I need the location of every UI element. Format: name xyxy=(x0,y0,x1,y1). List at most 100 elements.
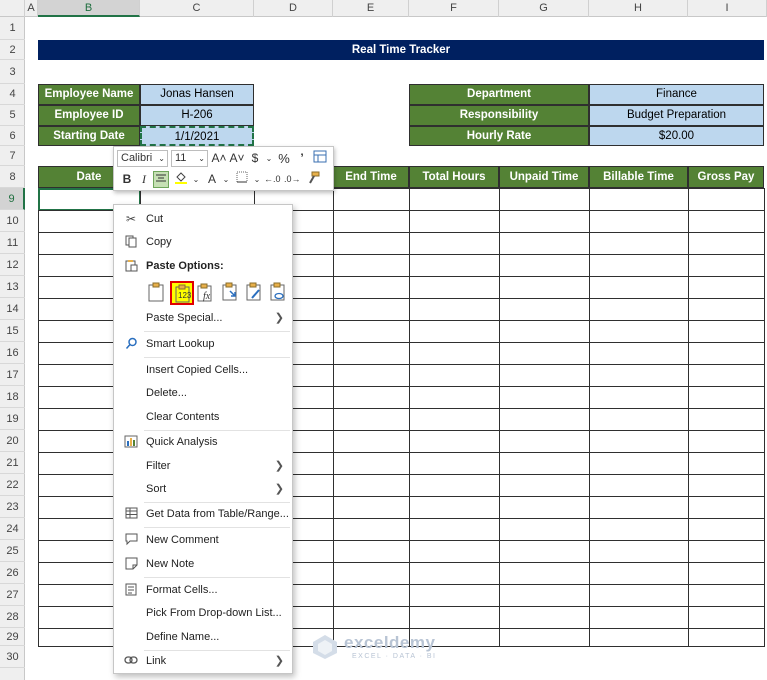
table-cell[interactable] xyxy=(499,254,590,277)
header-billable-time[interactable]: Billable Time xyxy=(589,166,688,188)
fill-color-dropdown-icon[interactable]: ⌄ xyxy=(188,171,204,188)
table-cell[interactable] xyxy=(409,518,500,541)
paste-formulas-icon[interactable]: fx xyxy=(196,282,216,304)
table-cell[interactable] xyxy=(688,364,765,387)
column-header-e[interactable]: E xyxy=(333,0,409,17)
table-cell[interactable] xyxy=(499,210,590,233)
table-cell[interactable] xyxy=(688,518,765,541)
table-cell[interactable] xyxy=(333,474,410,497)
table-cell[interactable] xyxy=(688,210,765,233)
table-cell[interactable] xyxy=(333,320,410,343)
table-cell[interactable] xyxy=(589,408,689,431)
currency-dropdown-icon[interactable]: ⌄ xyxy=(261,150,277,167)
table-cell[interactable] xyxy=(333,562,410,585)
borders-dropdown-icon[interactable]: ⌄ xyxy=(249,171,265,188)
table-cell[interactable] xyxy=(333,430,410,453)
hourly-rate-label[interactable]: Hourly Rate xyxy=(409,126,589,146)
table-cell[interactable] xyxy=(688,496,765,519)
increase-decimal-icon[interactable]: ←.0 xyxy=(264,171,281,188)
table-cell[interactable] xyxy=(333,518,410,541)
table-cell[interactable] xyxy=(499,408,590,431)
table-cell[interactable] xyxy=(688,320,765,343)
header-end-time[interactable]: End Time xyxy=(333,166,409,188)
menu-item-copy[interactable]: Copy xyxy=(114,231,292,253)
table-cell[interactable] xyxy=(333,584,410,607)
table-cell[interactable] xyxy=(499,474,590,497)
row-header-9[interactable]: 9 xyxy=(0,188,25,210)
table-cell[interactable] xyxy=(409,408,500,431)
paste-icon[interactable] xyxy=(146,282,166,304)
table-cell[interactable] xyxy=(499,188,590,211)
table-cell[interactable] xyxy=(589,232,689,255)
menu-item-sort[interactable]: Sort ❯ xyxy=(114,478,292,500)
font-size-box[interactable]: 11 ⌄ xyxy=(171,150,208,167)
column-header-h[interactable]: H xyxy=(589,0,688,17)
column-header-c[interactable]: C xyxy=(140,0,254,17)
table-cell[interactable] xyxy=(589,562,689,585)
column-header-g[interactable]: G xyxy=(499,0,589,17)
table-cell[interactable] xyxy=(409,496,500,519)
table-cell[interactable] xyxy=(409,452,500,475)
header-unpaid-time[interactable]: Unpaid Time xyxy=(499,166,589,188)
row-header-8[interactable]: 8 xyxy=(0,166,25,188)
row-header-7[interactable]: 7 xyxy=(0,146,25,166)
row-header-11[interactable]: 11 xyxy=(0,232,25,254)
table-cell[interactable] xyxy=(409,474,500,497)
row-header-1[interactable]: 1 xyxy=(0,17,25,40)
sheet-title[interactable]: Real Time Tracker xyxy=(38,40,764,60)
header-gross-pay[interactable]: Gross Pay xyxy=(688,166,764,188)
table-cell[interactable] xyxy=(589,386,689,409)
department-value[interactable]: Finance xyxy=(589,84,764,105)
row-header-15[interactable]: 15 xyxy=(0,320,25,342)
table-cell[interactable] xyxy=(589,342,689,365)
menu-item-get-data[interactable]: Get Data from Table/Range... xyxy=(114,503,292,525)
table-cell[interactable] xyxy=(409,320,500,343)
table-cell[interactable] xyxy=(589,276,689,299)
employee-name-value[interactable]: Jonas Hansen xyxy=(140,84,254,105)
paste-link-icon[interactable] xyxy=(268,282,288,304)
table-cell[interactable] xyxy=(688,342,765,365)
fill-color-icon[interactable] xyxy=(173,171,189,188)
menu-item-new-comment[interactable]: New Comment xyxy=(114,529,292,551)
table-cell[interactable] xyxy=(688,386,765,409)
table-cell[interactable] xyxy=(688,628,765,647)
column-header-b[interactable]: B xyxy=(38,0,140,17)
table-cell[interactable] xyxy=(409,232,500,255)
menu-item-cut[interactable]: ✂ Cut xyxy=(114,208,292,230)
table-cell[interactable] xyxy=(589,298,689,321)
table-cell[interactable] xyxy=(333,276,410,299)
table-cell[interactable] xyxy=(589,210,689,233)
table-cell[interactable] xyxy=(333,540,410,563)
menu-item-new-note[interactable]: New Note xyxy=(114,553,292,575)
employee-name-label[interactable]: Employee Name xyxy=(38,84,140,105)
column-header-i[interactable]: I xyxy=(688,0,767,17)
table-cell[interactable] xyxy=(688,408,765,431)
row-header-4[interactable]: 4 xyxy=(0,84,25,105)
row-header-6[interactable]: 6 xyxy=(0,126,25,146)
table-cell[interactable] xyxy=(688,254,765,277)
row-header-23[interactable]: 23 xyxy=(0,496,25,518)
row-header-13[interactable]: 13 xyxy=(0,276,25,298)
table-cell[interactable] xyxy=(688,584,765,607)
row-header-30[interactable]: 30 xyxy=(0,646,25,668)
table-cell[interactable] xyxy=(589,518,689,541)
table-cell[interactable] xyxy=(409,254,500,277)
table-cell[interactable] xyxy=(589,584,689,607)
table-cell[interactable] xyxy=(333,210,410,233)
row-header-20[interactable]: 20 xyxy=(0,430,25,452)
header-total-hours[interactable]: Total Hours xyxy=(409,166,499,188)
row-header-24[interactable]: 24 xyxy=(0,518,25,540)
table-cell[interactable] xyxy=(589,628,689,647)
table-cell[interactable] xyxy=(499,518,590,541)
paste-values-icon[interactable]: 123 xyxy=(170,281,194,305)
table-cell[interactable] xyxy=(499,276,590,299)
table-cell[interactable] xyxy=(688,430,765,453)
table-cell[interactable] xyxy=(333,496,410,519)
borders-icon[interactable] xyxy=(234,171,250,188)
row-header-28[interactable]: 28 xyxy=(0,606,25,628)
table-cell[interactable] xyxy=(499,342,590,365)
menu-item-pick-from-list[interactable]: Pick From Drop-down List... xyxy=(114,602,292,624)
table-cell[interactable] xyxy=(499,364,590,387)
bold-button[interactable]: B xyxy=(119,171,135,188)
table-cell[interactable] xyxy=(333,364,410,387)
